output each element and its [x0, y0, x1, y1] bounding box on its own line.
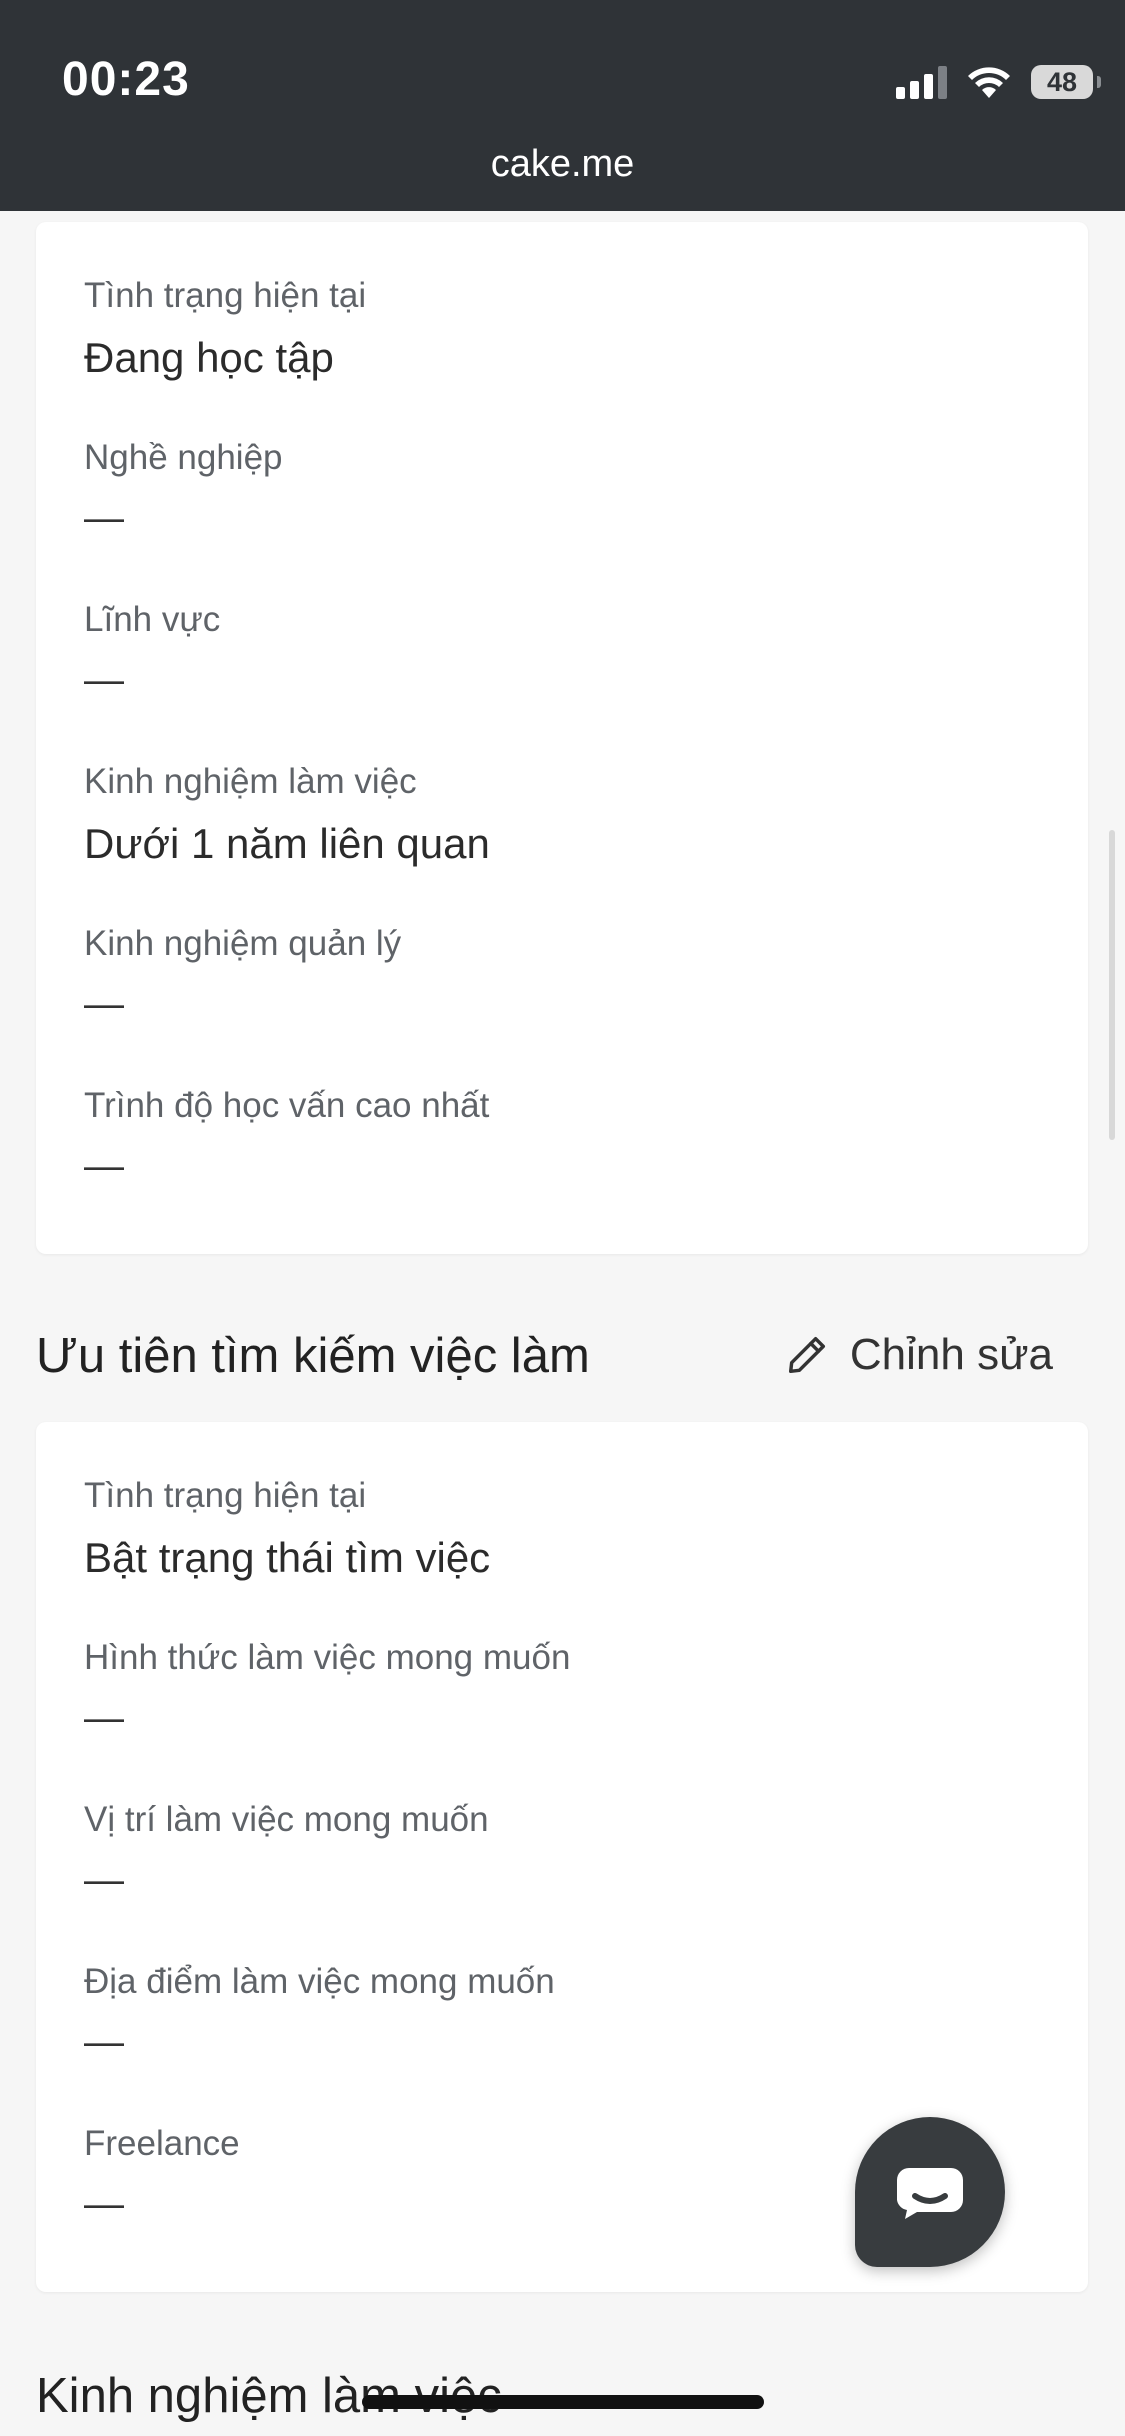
field-value: — [84, 658, 124, 702]
field-value: — [84, 2020, 124, 2064]
job-preferences-title: Ưu tiên tìm kiếm việc làm [36, 1329, 590, 1383]
url-bar[interactable]: cake.me [0, 143, 1125, 186]
browser-top-bar: 00:23 48 cake.me [0, 0, 1125, 211]
pencil-icon [788, 1336, 825, 1374]
chat-bubble-icon [897, 2168, 963, 2219]
field-value: Đang học tập [84, 334, 334, 381]
field-value: — [84, 1696, 124, 1740]
field-label: Lĩnh vực [84, 600, 221, 639]
field-desired-location: Địa điểm làm việc mong muốn — [84, 1962, 1048, 2065]
field-industry: Lĩnh vực — [84, 600, 1048, 703]
field-value: — [84, 496, 124, 540]
field-occupation: Nghề nghiệp — [84, 438, 1048, 541]
field-label: Kinh nghiệm quản lý [84, 924, 402, 963]
field-label: Tình trạng hiện tại [84, 1476, 367, 1515]
home-indicator[interactable] [362, 2395, 764, 2409]
field-education-level: Trình độ học vấn cao nhất — [84, 1086, 1048, 1189]
field-label: Vị trí làm việc mong muốn [84, 1800, 489, 1839]
profile-info-card: Tình trạng hiện tại Đang học tập Nghề ng… [36, 222, 1088, 1254]
field-label: Kinh nghiệm làm việc [84, 762, 417, 801]
field-value: Dưới 1 năm liên quan [84, 820, 490, 867]
scrollbar[interactable] [1109, 830, 1115, 1140]
field-label: Địa điểm làm việc mong muốn [84, 1962, 555, 2001]
cellular-signal-icon [896, 65, 947, 99]
field-management-experience: Kinh nghiệm quản lý — [84, 924, 1048, 1027]
wifi-icon [968, 67, 1010, 98]
chat-button[interactable] [855, 2117, 1005, 2267]
status-icons: 48 [896, 58, 1101, 106]
field-value: Bật trạng thái tìm việc [84, 1534, 491, 1581]
field-label: Hình thức làm việc mong muốn [84, 1638, 571, 1677]
field-value: — [84, 1144, 124, 1188]
edit-button-label: Chỉnh sửa [849, 1330, 1053, 1379]
status-time: 00:23 [62, 53, 190, 106]
edit-preferences-button[interactable]: Chỉnh sửa [784, 1330, 1053, 1380]
field-label: Trình độ học vấn cao nhất [84, 1086, 490, 1125]
field-desired-position: Vị trí làm việc mong muốn — [84, 1800, 1048, 1903]
field-value: — [84, 1858, 124, 1902]
field-label: Nghề nghiệp [84, 438, 283, 477]
field-job-status: Tình trạng hiện tại Bật trạng thái tìm v… [84, 1476, 1048, 1582]
battery-indicator: 48 [1031, 65, 1101, 99]
field-label: Tình trạng hiện tại [84, 276, 367, 315]
field-current-status: Tình trạng hiện tại Đang học tập [84, 276, 1048, 382]
field-value: — [84, 982, 124, 1026]
field-work-type: Hình thức làm việc mong muốn — [84, 1638, 1048, 1741]
field-work-experience: Kinh nghiệm làm việc Dưới 1 năm liên qua… [84, 762, 1048, 868]
